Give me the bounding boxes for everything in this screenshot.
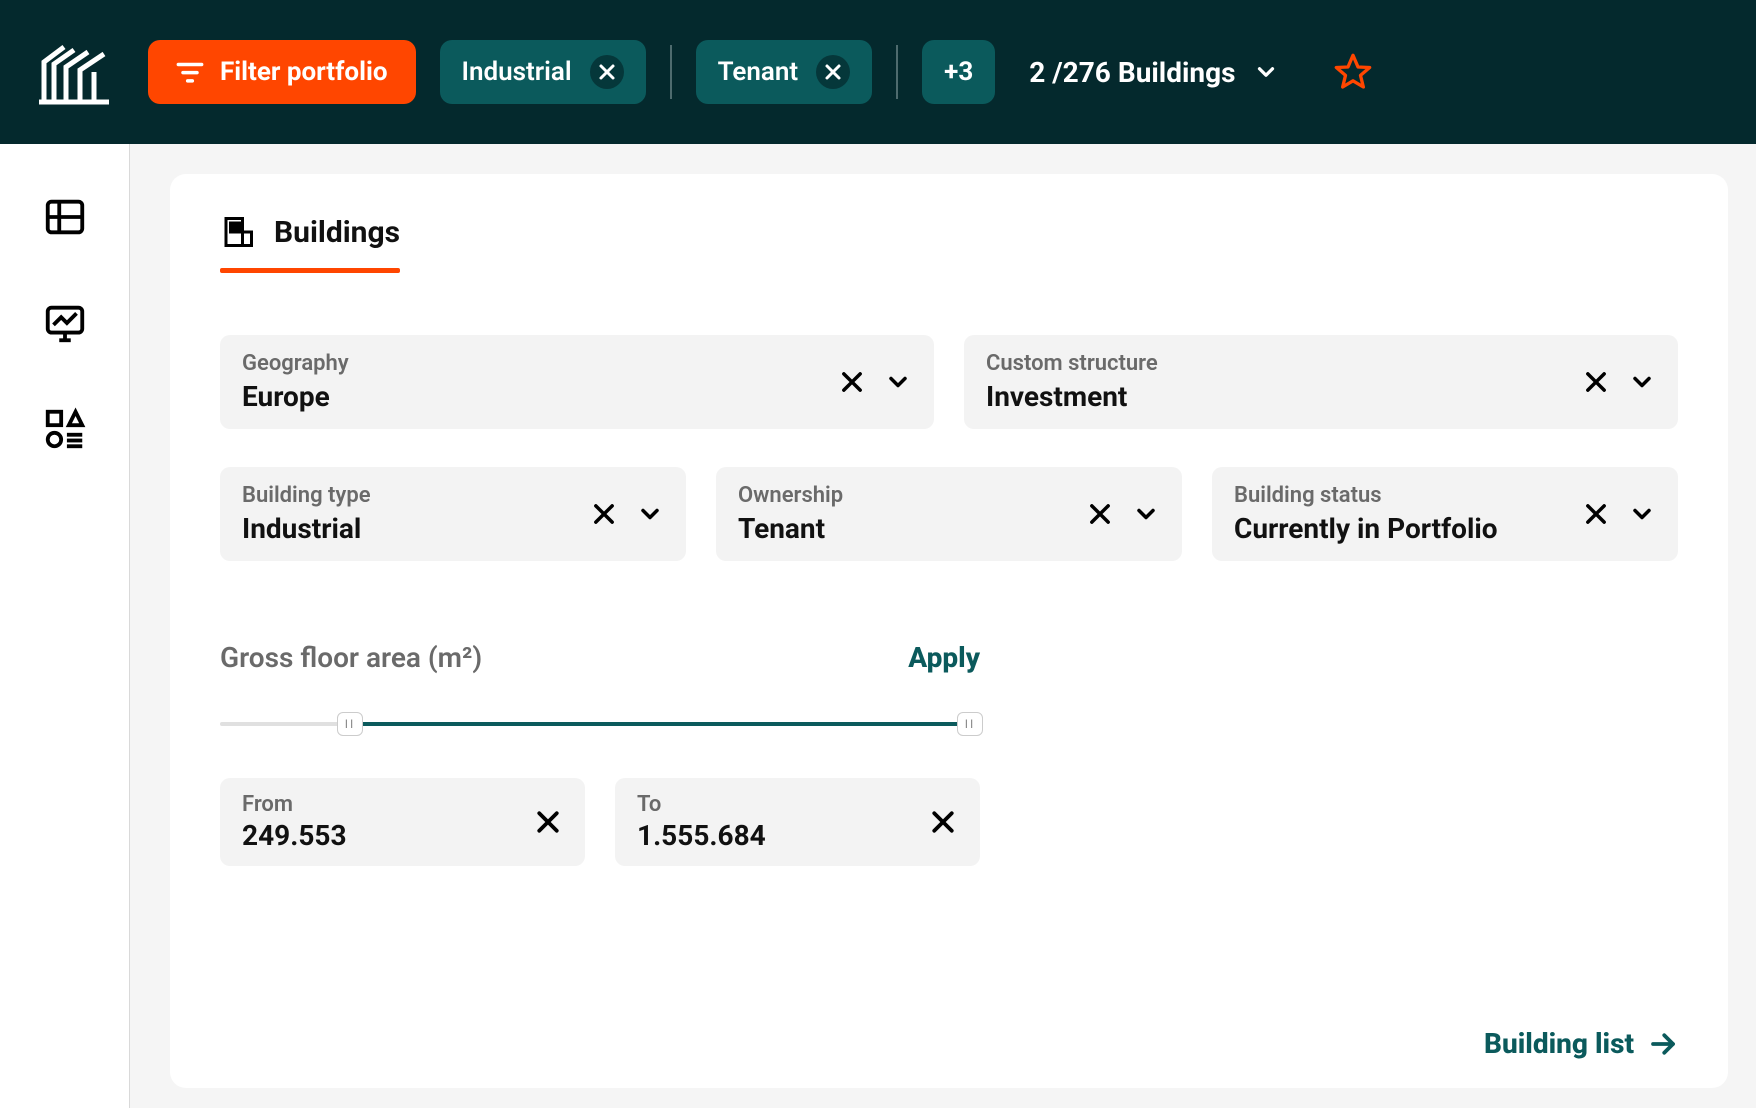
remove-chip-icon[interactable] bbox=[816, 55, 850, 89]
filter-portfolio-button[interactable]: Filter portfolio bbox=[148, 40, 416, 104]
field-label: Geography bbox=[242, 351, 838, 376]
filter-panel: Buildings Geography Europe bbox=[170, 174, 1728, 1088]
overflow-chip-label: +3 bbox=[944, 57, 973, 87]
field-value: Investment bbox=[986, 380, 1582, 413]
chevron-down-icon[interactable] bbox=[1132, 500, 1160, 528]
filter-building-status[interactable]: Building status Currently in Portfolio bbox=[1212, 467, 1678, 561]
slider-handle-max[interactable]: II bbox=[957, 712, 983, 736]
apply-button[interactable]: Apply bbox=[908, 641, 980, 674]
filter-icon bbox=[176, 61, 204, 83]
filter-building-type[interactable]: Building type Industrial bbox=[220, 467, 686, 561]
body: Buildings Geography Europe bbox=[0, 144, 1756, 1108]
remove-chip-icon[interactable] bbox=[590, 55, 624, 89]
filter-row-1: Geography Europe Custom structure Invest… bbox=[220, 335, 1678, 429]
field-value: Industrial bbox=[242, 512, 590, 545]
filter-row-2: Building type Industrial Ownership Tenan… bbox=[220, 467, 1678, 561]
buildings-summary-dropdown[interactable]: 2 /276 Buildings bbox=[1029, 56, 1279, 89]
filter-chip-industrial[interactable]: Industrial bbox=[440, 40, 646, 104]
sidebar-item-table[interactable] bbox=[42, 194, 88, 240]
slider-title: Gross floor area (m²) bbox=[220, 641, 482, 674]
filter-geography[interactable]: Geography Europe bbox=[220, 335, 934, 429]
tab-buildings[interactable]: Buildings bbox=[220, 214, 1678, 250]
field-label: To bbox=[637, 792, 928, 817]
summary-text: 2 /276 Buildings bbox=[1029, 56, 1235, 89]
chevron-down-icon[interactable] bbox=[636, 500, 664, 528]
tab-label: Buildings bbox=[274, 215, 400, 250]
field-value: 249.553 bbox=[242, 819, 533, 852]
topbar: Filter portfolio Industrial Tenant +3 2 … bbox=[0, 0, 1756, 144]
field-value: Tenant bbox=[738, 512, 1086, 545]
field-label: Custom structure bbox=[986, 351, 1582, 376]
field-label: From bbox=[242, 792, 533, 817]
field-value: Currently in Portfolio bbox=[1234, 512, 1582, 545]
chip-label: Tenant bbox=[718, 57, 799, 87]
filter-custom-structure[interactable]: Custom structure Investment bbox=[964, 335, 1678, 429]
range-from-field[interactable]: From 249.553 bbox=[220, 778, 585, 866]
divider bbox=[896, 45, 898, 99]
range-to-field[interactable]: To 1.555.684 bbox=[615, 778, 980, 866]
field-label: Ownership bbox=[738, 483, 1086, 508]
sidebar-item-analytics[interactable] bbox=[42, 300, 88, 346]
clear-icon[interactable] bbox=[1086, 500, 1114, 528]
favorite-star-icon[interactable] bbox=[1333, 52, 1373, 92]
divider bbox=[670, 45, 672, 99]
chip-label: Industrial bbox=[462, 57, 572, 87]
field-value: Europe bbox=[242, 380, 838, 413]
sidebar-item-categories[interactable] bbox=[42, 406, 88, 452]
range-slider[interactable]: II II bbox=[220, 704, 980, 744]
chevron-down-icon[interactable] bbox=[1628, 500, 1656, 528]
field-label: Building type bbox=[242, 483, 590, 508]
link-label: Building list bbox=[1484, 1027, 1634, 1060]
chevron-down-icon bbox=[1253, 59, 1279, 85]
chevron-down-icon[interactable] bbox=[1628, 368, 1656, 396]
clear-icon[interactable] bbox=[838, 368, 866, 396]
gross-floor-area-filter: Gross floor area (m²) Apply II II From 2… bbox=[220, 641, 980, 866]
filter-portfolio-label: Filter portfolio bbox=[220, 57, 388, 87]
clear-icon[interactable] bbox=[533, 807, 563, 837]
app-logo bbox=[24, 32, 124, 112]
tab-underline bbox=[220, 268, 400, 273]
slider-active-track bbox=[350, 722, 970, 726]
overflow-chip[interactable]: +3 bbox=[922, 40, 995, 104]
filter-chip-tenant[interactable]: Tenant bbox=[696, 40, 873, 104]
clear-icon[interactable] bbox=[590, 500, 618, 528]
slider-handle-min[interactable]: II bbox=[337, 712, 363, 736]
filter-ownership[interactable]: Ownership Tenant bbox=[716, 467, 1182, 561]
field-label: Building status bbox=[1234, 483, 1582, 508]
main: Buildings Geography Europe bbox=[130, 144, 1756, 1108]
clear-icon[interactable] bbox=[1582, 368, 1610, 396]
arrow-right-icon bbox=[1648, 1029, 1678, 1059]
clear-icon[interactable] bbox=[928, 807, 958, 837]
clear-icon[interactable] bbox=[1582, 500, 1610, 528]
chevron-down-icon[interactable] bbox=[884, 368, 912, 396]
sidebar bbox=[0, 144, 130, 1108]
buildings-icon bbox=[220, 214, 256, 250]
field-value: 1.555.684 bbox=[637, 819, 928, 852]
building-list-link[interactable]: Building list bbox=[1484, 1027, 1678, 1060]
